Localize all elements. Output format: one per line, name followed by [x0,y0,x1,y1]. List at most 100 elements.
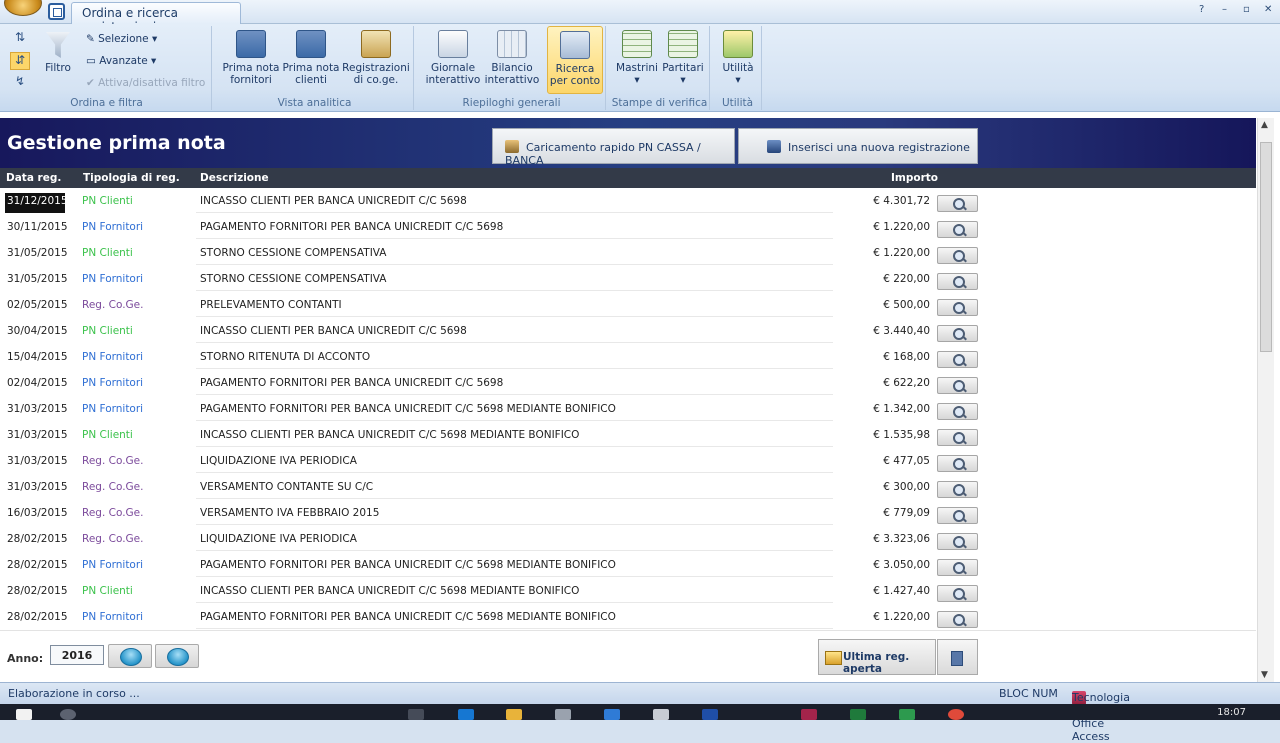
cell-data[interactable]: 15/04/2015 [5,349,77,369]
cell-descrizione[interactable]: INCASSO CLIENTI PER BANCA UNICREDIT C/C … [196,583,833,603]
table-row[interactable]: 31/05/2015 PN Fornitori STORNO CESSIONE CO… [0,267,1256,293]
cell-descrizione[interactable]: LIQUIDAZIONE IVA PERIODICA [196,531,833,551]
cell-tipologia[interactable]: PN Clienti [80,427,194,447]
table-row[interactable]: 16/03/2015 Reg. Co.Ge. VERSAMENTO IVA FEBB… [0,501,1256,527]
cell-descrizione[interactable]: PAGAMENTO FORNITORI PER BANCA UNICREDIT … [196,609,833,629]
col-descrizione[interactable]: Descrizione [200,172,269,184]
view-detail-button[interactable] [937,403,978,420]
exit-icon[interactable] [937,639,978,675]
cell-tipologia[interactable]: PN Fornitori [80,375,194,395]
cell-tipologia[interactable]: PN Fornitori [80,557,194,577]
cell-tipologia[interactable]: Reg. Co.Ge. [80,531,194,551]
cell-data[interactable]: 28/02/2015 [5,557,77,577]
cell-descrizione[interactable]: VERSAMENTO CONTANTE SU C/C [196,479,833,499]
cell-descrizione[interactable]: STORNO CESSIONE COMPENSATIVA [196,271,833,291]
cell-data[interactable]: 31/03/2015 [5,401,77,421]
clear-sort-icon[interactable]: ↯ [10,74,30,92]
scroll-thumb[interactable] [1260,142,1272,352]
cell-data[interactable]: 31/05/2015 [5,271,77,291]
table-row[interactable]: 31/03/2015 PN Clienti INCASSO CLIENTI PER … [0,423,1256,449]
cell-data[interactable]: 02/04/2015 [5,375,77,395]
cell-descrizione[interactable]: INCASSO CLIENTI PER BANCA UNICREDIT C/C … [196,427,833,447]
cell-descrizione[interactable]: PAGAMENTO FORNITORI PER BANCA UNICREDIT … [196,401,833,421]
cell-importo[interactable]: € 477,05 [835,453,933,473]
table-row[interactable]: 28/02/2015 PN Clienti INCASSO CLIENTI PER … [0,579,1256,605]
cell-tipologia[interactable]: Reg. Co.Ge. [80,505,194,525]
table-row[interactable]: 28/02/2015 Reg. Co.Ge. LIQUIDAZIONE IVA PE… [0,527,1256,553]
cell-data[interactable]: 31/03/2015 [5,427,77,447]
close-icon[interactable]: ✕ [1264,4,1272,15]
view-detail-button[interactable] [937,429,978,446]
cell-tipologia[interactable]: PN Clienti [80,193,194,213]
vertical-scrollbar[interactable]: ▲ ▼ [1257,118,1274,682]
cell-importo[interactable]: € 3.050,00 [835,557,933,577]
inserisci-registrazione-button[interactable]: Inserisci una nuova registrazione [738,128,978,164]
cell-tipologia[interactable]: PN Clienti [80,323,194,343]
cell-importo[interactable]: € 1.342,00 [835,401,933,421]
bilancio-interattivo-button[interactable]: Bilancio interattivo [482,26,542,86]
edge-icon[interactable] [458,709,474,720]
tab-ordina-ricerca[interactable]: Ordina e ricerca registrazioni [71,2,241,34]
table-row[interactable]: 31/05/2015 PN Clienti STORNO CESSIONE COMP… [0,241,1256,267]
attiva-filtro-button[interactable]: ✔ Attiva/disattiva filtro [86,77,205,89]
cell-tipologia[interactable]: PN Fornitori [80,609,194,629]
anno-next-button[interactable] [155,644,199,668]
cell-data[interactable]: 30/11/2015 [5,219,77,239]
view-detail-button[interactable] [937,377,978,394]
help-icon[interactable]: ? [1199,4,1204,15]
view-detail-button[interactable] [937,273,978,290]
col-data[interactable]: Data reg. [6,172,61,184]
scroll-down-icon[interactable]: ▼ [1261,670,1268,680]
cell-importo[interactable]: € 1.535,98 [835,427,933,447]
cell-tipologia[interactable]: PN Clienti [80,583,194,603]
avanzate-button[interactable]: ▭ Avanzate ▾ [86,55,156,67]
cell-tipologia[interactable]: PN Fornitori [80,271,194,291]
cell-importo[interactable]: € 1.427,40 [835,583,933,603]
view-detail-button[interactable] [937,533,978,550]
cell-tipologia[interactable]: PN Fornitori [80,219,194,239]
store-icon[interactable] [555,709,571,720]
selezione-button[interactable]: ✎ Selezione ▾ [86,33,157,45]
mastrini-button[interactable]: Mastrini ▾ [614,26,660,86]
sheets-icon[interactable] [899,709,915,720]
cell-tipologia[interactable]: PN Fornitori [80,401,194,421]
word-icon[interactable] [702,709,718,720]
table-row[interactable]: 15/04/2015 PN Fornitori STORNO RITENUTA DI… [0,345,1256,371]
view-detail-button[interactable] [937,455,978,472]
cell-data[interactable]: 30/04/2015 [5,323,77,343]
table-row[interactable]: 28/02/2015 PN Fornitori PAGAMENTO FORNITOR… [0,553,1256,579]
caricamento-rapido-button[interactable]: Caricamento rapido PN CASSA / BANCA [492,128,735,167]
cell-importo[interactable]: € 1.220,00 [835,219,933,239]
cell-tipologia[interactable]: PN Clienti [80,245,194,265]
registrazioni-coge-button[interactable]: Registrazioni di co.ge. [340,26,412,86]
cell-importo[interactable]: € 168,00 [835,349,933,369]
partitari-button[interactable]: Partitari ▾ [660,26,706,86]
view-detail-button[interactable] [937,559,978,576]
cell-tipologia[interactable]: Reg. Co.Ge. [80,297,194,317]
cell-descrizione[interactable]: PAGAMENTO FORNITORI PER BANCA UNICREDIT … [196,375,833,395]
anno-field[interactable]: 2016 [50,645,104,665]
cell-importo[interactable]: € 3.323,06 [835,531,933,551]
view-detail-button[interactable] [937,195,978,212]
utilita-button[interactable]: Utilità ▾ [716,26,760,86]
cell-importo[interactable]: € 500,00 [835,297,933,317]
table-row[interactable]: 30/11/2015 PN Fornitori PAGAMENTO FORNITOR… [0,215,1256,241]
col-importo[interactable]: Importo [891,172,938,184]
view-detail-button[interactable] [937,325,978,342]
app-icon[interactable] [653,709,669,720]
cell-tipologia[interactable]: PN Fornitori [80,349,194,369]
sort-desc-icon[interactable]: ⇵ [10,52,30,70]
view-detail-button[interactable] [937,481,978,498]
table-row[interactable]: 31/03/2015 Reg. Co.Ge. LIQUIDAZIONE IVA PE… [0,449,1256,475]
view-detail-button[interactable] [937,221,978,238]
mail-icon[interactable] [604,709,620,720]
cell-data[interactable]: 28/02/2015 [5,609,77,629]
prima-nota-clienti-button[interactable]: Prima nota clienti [282,26,340,86]
table-row[interactable]: 30/04/2015 PN Clienti INCASSO CLIENTI PER … [0,319,1256,345]
table-row[interactable]: 28/02/2015 PN Fornitori PAGAMENTO FORNITOR… [0,605,1256,631]
cell-tipologia[interactable]: Reg. Co.Ge. [80,453,194,473]
cell-importo[interactable]: € 220,00 [835,271,933,291]
cell-descrizione[interactable]: VERSAMENTO IVA FEBBRAIO 2015 [196,505,833,525]
cell-descrizione[interactable]: LIQUIDAZIONE IVA PERIODICA [196,453,833,473]
anno-prev-button[interactable] [108,644,152,668]
